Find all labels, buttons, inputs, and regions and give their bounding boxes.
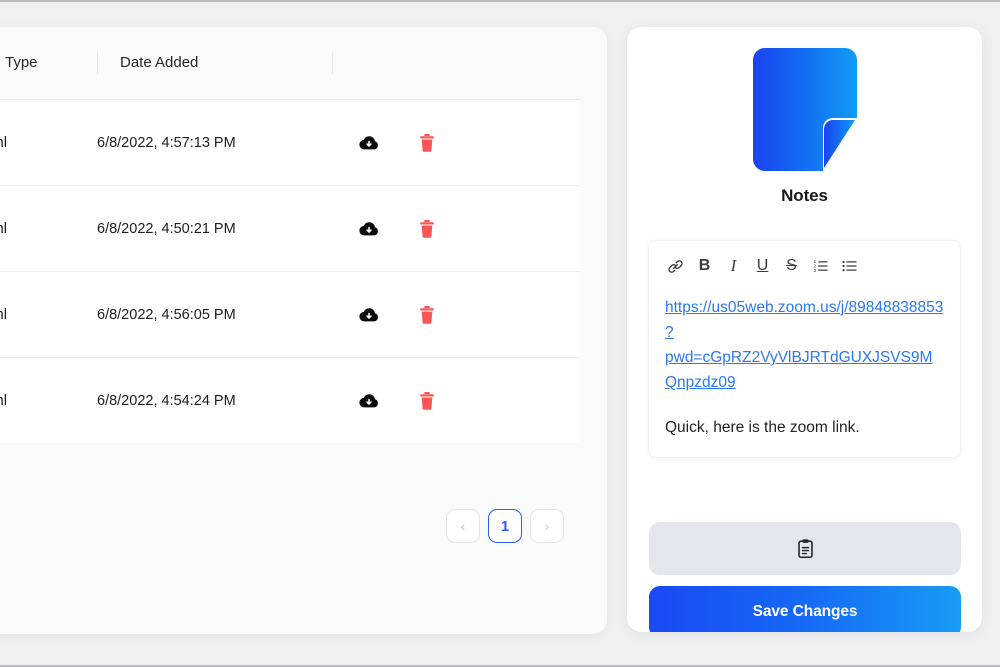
cloud-download-icon xyxy=(359,393,378,407)
note-body-text: Quick, here is the zoom link. xyxy=(665,419,860,436)
cell-actions xyxy=(332,271,580,358)
underline-button[interactable]: U xyxy=(748,253,777,279)
notes-title: Notes xyxy=(781,186,828,205)
cell-date-added: 6/8/2022, 4:56:05 PM xyxy=(97,271,332,358)
cell-date-added: 6/8/2022, 4:54:24 PM xyxy=(97,357,332,443)
trash-icon xyxy=(420,219,434,238)
row-action-group xyxy=(332,302,580,328)
table-row[interactable]: Xml 6/8/2022, 4:56:05 PM xyxy=(0,271,580,358)
cell-type: Xml xyxy=(0,357,97,443)
ordered-list-icon: 1 2 3 xyxy=(813,259,828,274)
notes-editor-toolbar: B I U S 1 2 3 xyxy=(649,241,960,289)
link-button[interactable] xyxy=(661,253,690,279)
bullet-list-button[interactable] xyxy=(835,253,864,279)
files-table-header: Type Date Added xyxy=(0,27,580,100)
files-table: Type Date Added Xml 6/8/2022, 4:57:13 PM xyxy=(0,27,580,443)
cell-actions xyxy=(332,99,580,186)
delete-button[interactable] xyxy=(414,388,440,414)
row-action-group xyxy=(332,216,580,242)
strikethrough-button[interactable]: S xyxy=(777,253,806,279)
column-header-date-added-label: Date Added xyxy=(97,52,332,74)
italic-button[interactable]: I xyxy=(719,253,748,279)
bullet-list-icon xyxy=(841,260,857,272)
app-root: Type Date Added Xml 6/8/2022, 4:57:13 PM xyxy=(0,0,1000,667)
cell-date-added: 6/8/2022, 4:50:21 PM xyxy=(97,185,332,272)
save-changes-button[interactable]: Save Changes xyxy=(649,586,961,632)
delete-button[interactable] xyxy=(414,216,440,242)
notes-editor: B I U S 1 2 3 https://us05web.zoom.us/j/… xyxy=(648,240,961,458)
link-icon xyxy=(668,259,683,273)
delete-button[interactable] xyxy=(414,130,440,156)
cell-type: Xml xyxy=(0,99,97,186)
files-table-body: Xml 6/8/2022, 4:57:13 PM xyxy=(0,99,580,443)
cloud-download-icon xyxy=(359,307,378,321)
table-row[interactable]: Xml 6/8/2022, 4:50:21 PM xyxy=(0,185,580,272)
trash-icon xyxy=(420,133,434,152)
column-header-type-label: Type xyxy=(0,52,97,74)
trash-icon xyxy=(420,391,434,410)
cell-actions xyxy=(332,185,580,272)
pagination-next-button[interactable]: › xyxy=(530,509,564,543)
zoom-meeting-link[interactable]: https://us05web.zoom.us/j/89848838853?pw… xyxy=(665,295,944,395)
ordered-list-button[interactable]: 1 2 3 xyxy=(806,253,835,279)
delete-button[interactable] xyxy=(414,302,440,328)
row-action-group xyxy=(332,388,580,414)
download-button[interactable] xyxy=(356,388,382,414)
svg-text:3: 3 xyxy=(813,268,816,274)
clipboard-icon xyxy=(797,539,813,559)
table-row[interactable]: Xml 6/8/2022, 4:57:13 PM xyxy=(0,99,580,186)
files-panel: Type Date Added Xml 6/8/2022, 4:57:13 PM xyxy=(0,27,607,634)
download-button[interactable] xyxy=(356,302,382,328)
column-header-date-added[interactable]: Date Added xyxy=(97,27,332,100)
trash-icon xyxy=(420,305,434,324)
copy-to-clipboard-button[interactable] xyxy=(649,522,961,575)
column-header-actions xyxy=(332,27,580,100)
notes-icon-container xyxy=(627,48,982,171)
pagination: ‹ 1 › xyxy=(446,509,564,543)
cell-actions xyxy=(332,357,580,443)
table-header-row: Type Date Added xyxy=(0,27,580,100)
pagination-page-1[interactable]: 1 xyxy=(488,509,522,543)
row-action-group xyxy=(332,130,580,156)
notes-panel: Notes B I U S 1 2 3 https://us05web.zoom… xyxy=(627,27,982,632)
notes-editor-body[interactable]: https://us05web.zoom.us/j/89848838853?pw… xyxy=(649,289,960,457)
notes-document-icon xyxy=(752,48,857,171)
cell-type: Xml xyxy=(0,271,97,358)
cell-type: Xml xyxy=(0,185,97,272)
download-button[interactable] xyxy=(356,216,382,242)
files-table-scroll-container[interactable]: Type Date Added Xml 6/8/2022, 4:57:13 PM xyxy=(0,27,580,487)
cloud-download-icon xyxy=(359,135,378,149)
pagination-prev-button[interactable]: ‹ xyxy=(446,509,480,543)
cell-date-added: 6/8/2022, 4:57:13 PM xyxy=(97,99,332,186)
bold-button[interactable]: B xyxy=(690,253,719,279)
download-button[interactable] xyxy=(356,130,382,156)
column-header-actions-label xyxy=(332,52,580,74)
column-header-type[interactable]: Type xyxy=(0,27,97,100)
table-row[interactable]: Xml 6/8/2022, 4:54:24 PM xyxy=(0,357,580,443)
cloud-download-icon xyxy=(359,221,378,235)
